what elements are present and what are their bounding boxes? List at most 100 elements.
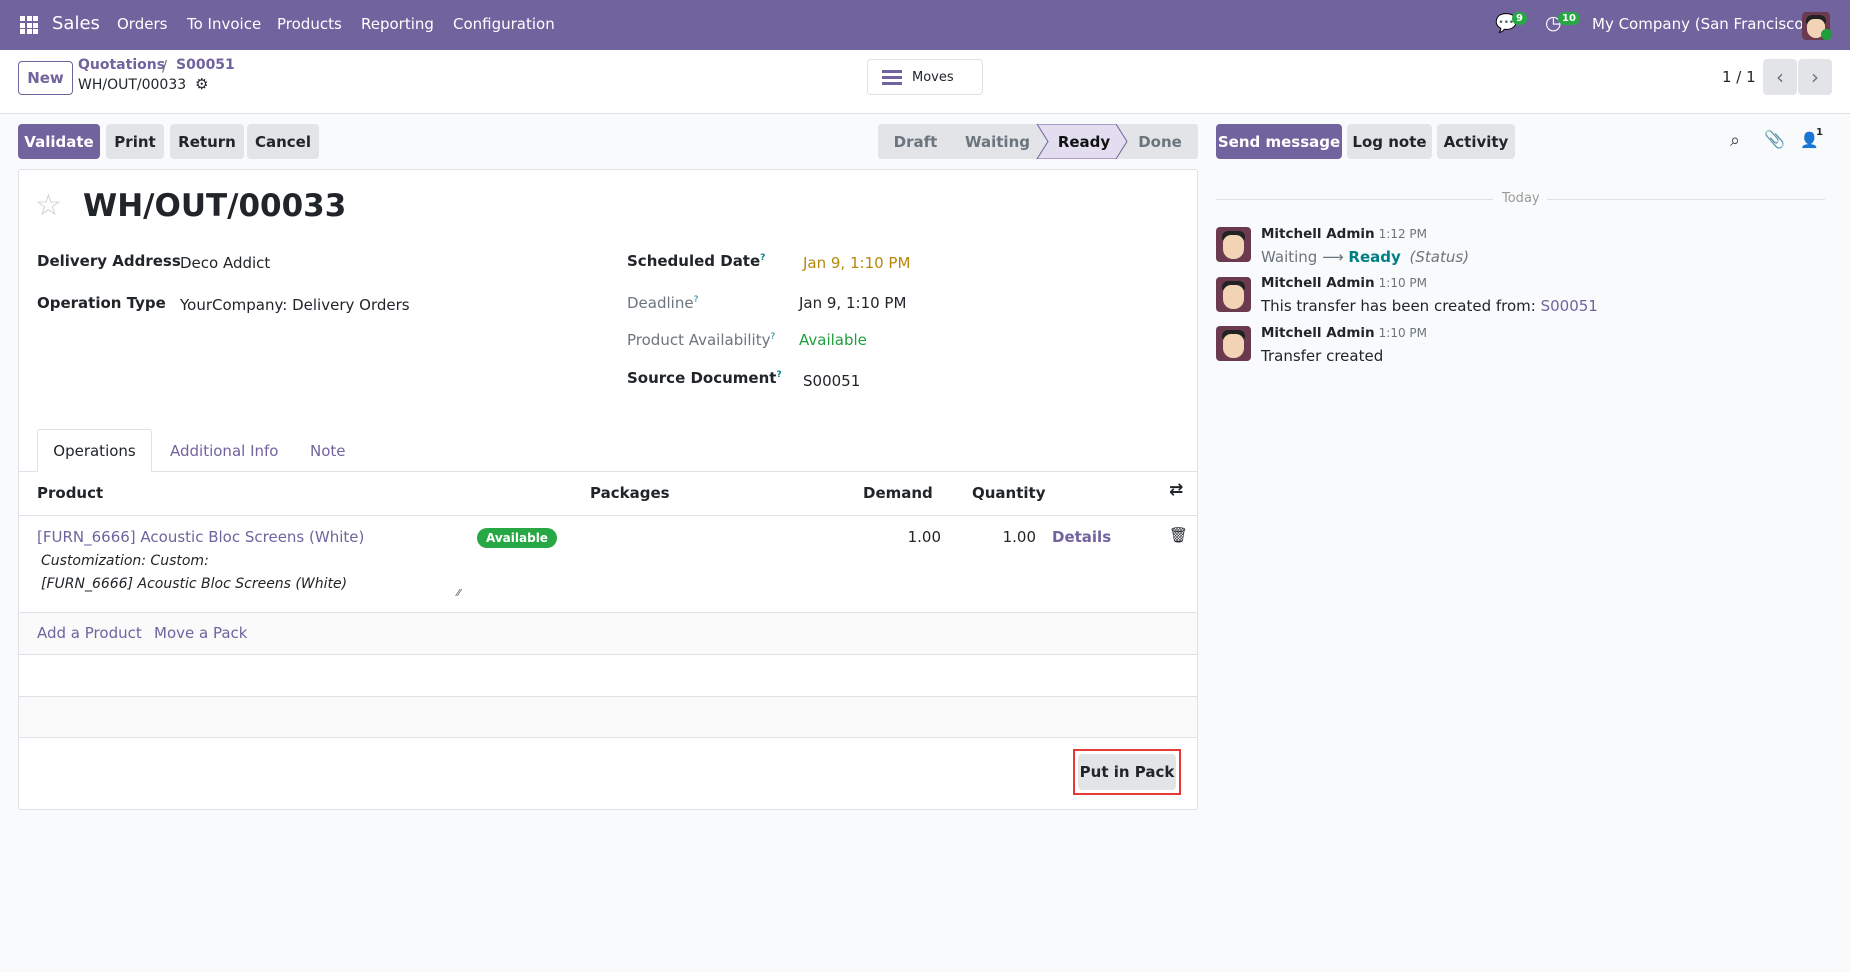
search-icon[interactable]: ⌕ [1730,130,1740,151]
author-avatar[interactable] [1216,326,1251,361]
add-product-link[interactable]: Add a Product [37,624,142,642]
operation-type-field[interactable]: YourCompany: Delivery Orders [180,296,410,314]
app-name[interactable]: Sales [52,13,100,34]
help-icon[interactable]: ? [776,370,781,380]
empty-row [19,696,1197,737]
author-avatar[interactable] [1216,277,1251,312]
menu-configuration[interactable]: Configuration [453,15,555,33]
arrow-icon: ⟶ [1322,248,1344,266]
message-author[interactable]: Mitchell Admin 1:10 PM [1261,325,1427,341]
return-button[interactable]: Return [170,124,244,159]
status-done[interactable]: Done [1125,124,1195,159]
record-name: WH/OUT/00033 [78,77,187,93]
operation-type-label: Operation Type [37,294,166,312]
add-line-row: Add a Product Move a Pack [19,613,1197,654]
menu-orders[interactable]: Orders [117,15,167,33]
source-order-link[interactable]: S00051 [1541,297,1598,315]
message-author[interactable]: Mitchell Admin 1:10 PM [1261,275,1427,291]
help-icon[interactable]: ? [760,253,765,263]
message-text: This transfer has been created from: [1261,297,1541,315]
company-switcher[interactable]: My Company (San Francisco) [1592,15,1809,33]
availability-badge: Available [477,528,557,548]
source-document-field[interactable]: S00051 [803,372,860,390]
table-row[interactable]: [FURN_6666] Acoustic Bloc Screens (White… [19,516,1197,612]
quantity-value[interactable]: 1.00 [956,528,1036,546]
menu-reporting[interactable]: Reporting [361,15,434,33]
menu-products[interactable]: Products [277,15,342,33]
help-icon[interactable]: ? [694,295,699,305]
textarea-resize-handle[interactable]: ⁄⁄ [457,588,460,599]
old-status: Waiting [1261,248,1318,266]
activity-button[interactable]: Activity [1437,124,1515,159]
gear-icon[interactable]: ⚙ [195,75,208,93]
bars-icon [882,69,902,85]
pager-value[interactable]: 1 / 1 [1722,68,1756,86]
tab-additional-info[interactable]: Additional Info [170,429,278,472]
message-time: 1:10 PM [1378,326,1428,340]
row-divider [19,696,1197,697]
breadcrumb-order[interactable]: S00051 [176,57,235,73]
author-name[interactable]: Mitchell Admin [1261,226,1375,242]
status-ready[interactable]: Ready [1048,124,1120,159]
new-button[interactable]: New [18,61,73,95]
today-divider-left [1216,199,1493,200]
activities-badge: 10 [1558,12,1580,25]
help-icon[interactable]: ? [770,332,775,342]
deadline-label: Deadline? [627,294,698,312]
message-body: Transfer created [1261,347,1384,365]
product-link[interactable]: [FURN_6666] Acoustic Bloc Screens (White… [37,528,364,546]
moves-label: Moves [912,69,954,85]
details-button[interactable]: Details [1052,528,1111,546]
moves-smart-button[interactable]: Moves [867,59,983,95]
author-name[interactable]: Mitchell Admin [1261,325,1375,341]
message-author[interactable]: Mitchell Admin 1:12 PM [1261,226,1427,242]
form-sheet: ☆ WH/OUT/00033 Delivery Address Deco Add… [18,169,1198,810]
scheduled-date-label: Scheduled Date? [627,252,765,270]
send-message-button[interactable]: Send message [1216,124,1342,159]
product-description-line1[interactable]: Customization: Custom: [41,553,209,569]
author-avatar[interactable] [1216,227,1251,262]
cancel-button[interactable]: Cancel [247,124,319,159]
column-packages[interactable]: Packages [590,484,670,502]
message-time: 1:10 PM [1378,276,1428,290]
deadline-label-text: Deadline [627,294,694,312]
log-note-button[interactable]: Log note [1347,124,1432,159]
delivery-address-field[interactable]: Deco Addict [180,254,270,272]
put-in-pack-button[interactable]: Put in Pack [1078,754,1176,790]
availability-label-text: Product Availability [627,331,771,349]
row-divider [19,654,1197,655]
message-body: This transfer has been created from: S00… [1261,297,1598,315]
attachment-icon[interactable]: 📎 [1764,130,1785,150]
pager-next-button[interactable]: › [1798,59,1832,95]
column-product[interactable]: Product [37,484,103,502]
column-quantity[interactable]: Quantity [972,484,1046,502]
tab-note[interactable]: Note [310,429,346,472]
move-pack-link[interactable]: Move a Pack [154,624,247,642]
status-waiting[interactable]: Waiting [955,124,1040,159]
pager-previous-button[interactable]: ‹ [1763,59,1797,95]
author-name[interactable]: Mitchell Admin [1261,275,1375,291]
optional-columns-icon[interactable]: ⇄ [1169,480,1183,500]
today-label: Today [1502,191,1540,206]
availability-label: Product Availability? [627,331,775,349]
scheduled-date-field[interactable]: Jan 9, 1:10 PM [803,254,910,272]
top-navbar: Sales Orders To Invoice Products Reporti… [0,0,1850,50]
trash-icon[interactable]: 🗑 [1169,526,1188,544]
column-demand[interactable]: Demand [863,484,933,502]
breadcrumb-quotations[interactable]: Quotations [78,57,165,73]
availability-field: Available [799,331,867,349]
delivery-address-label: Delivery Address [37,252,181,270]
product-description-line2[interactable]: [FURN_6666] Acoustic Bloc Screens (White… [41,576,347,592]
status-change: Waiting ⟶ Ready (Status) [1261,248,1469,266]
print-button[interactable]: Print [106,124,164,159]
source-document-label-text: Source Document [627,369,777,387]
menu-to-invoice[interactable]: To Invoice [187,15,261,33]
tab-operations[interactable]: Operations [37,429,152,472]
status-draft[interactable]: Draft [878,124,953,159]
validate-button[interactable]: Validate [18,124,100,159]
favorite-star-icon[interactable]: ☆ [35,188,62,223]
scheduled-date-label-text: Scheduled Date [627,252,761,270]
apps-menu-icon[interactable] [20,16,38,34]
source-document-label: Source Document? [627,369,782,387]
online-status-dot [1821,29,1832,40]
